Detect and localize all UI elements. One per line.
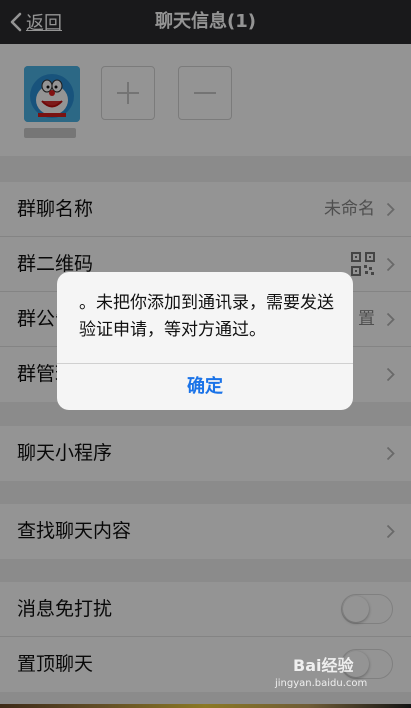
confirm-button[interactable]: 确定 xyxy=(57,364,353,410)
watermark-url: jingyan.baidu.com xyxy=(275,678,368,689)
watermark: Bai经验 jingyan.baidu.com xyxy=(275,652,383,696)
alert-dialog: 。未把你添加到通讯录，需要发送验证申请，等对方通过。 确定 xyxy=(57,272,353,410)
alert-message: 。未把你添加到通讯录，需要发送验证申请，等对方通过。 xyxy=(79,293,334,340)
watermark-logo: Bai经验 xyxy=(293,656,354,675)
